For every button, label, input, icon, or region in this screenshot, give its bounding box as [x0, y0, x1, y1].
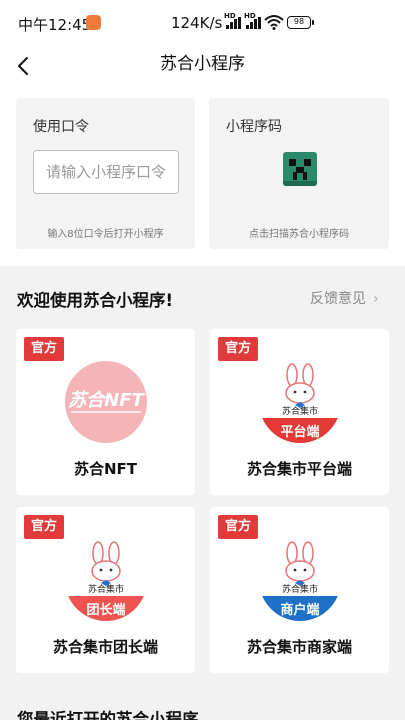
qrcode-hint: 点击扫描苏合小程序码 [249, 229, 349, 240]
signal-icon [226, 17, 241, 29]
battery-icon: 98 [287, 16, 314, 29]
rabbit-logo: 苏合集市 团长端 [65, 539, 147, 621]
official-badge: 官方 [24, 337, 64, 361]
logo-band-text: 团长端 [86, 603, 126, 618]
passcode-card: 使用口令 请输入小程序口令 输入8位口令后打开小程序 [16, 98, 195, 249]
status-bar: 中午12:45 124K/s HD HD 98 [0, 0, 405, 46]
rabbit-logo: 苏合集市 商户端 [259, 539, 341, 621]
rabbit-logo: 苏合集市 平台端 [259, 361, 341, 443]
logo-caption: 苏合集市 [87, 585, 124, 595]
official-badge: 官方 [218, 337, 258, 361]
logo-band-text: 平台端 [280, 425, 320, 440]
nft-logo-text: 苏合NFT [68, 390, 144, 411]
nft-logo: 苏合NFT [65, 361, 147, 443]
qrcode-label: 小程序码 [226, 119, 282, 135]
wifi-icon [264, 15, 284, 30]
page-title: 苏合小程序 [160, 54, 245, 74]
miniapp-card-leader[interactable]: 苏合集市 团长端 官方 苏合集市团长端 [16, 507, 195, 673]
card-name: 苏合集市团长端 [52, 638, 158, 656]
official-badge: 官方 [218, 515, 258, 539]
qrcode-card[interactable]: 小程序码 点击扫描苏合小程序码 [209, 98, 389, 249]
logo-caption: 苏合集市 [281, 407, 318, 417]
card-name: 苏合集市平台端 [246, 460, 352, 478]
clock: 中午12:45 [18, 16, 92, 34]
network-speed: 124K/s [171, 14, 223, 32]
logo-divider [71, 411, 141, 413]
chevron-right-icon: › [373, 291, 379, 307]
section-title: 欢迎使用苏合小程序! [17, 291, 174, 310]
logo-caption: 苏合集市 [281, 585, 318, 595]
card-name: 苏合集市商家端 [246, 638, 352, 656]
scan-qrcode-icon[interactable] [283, 152, 317, 186]
card-name: 苏合NFT [73, 460, 138, 478]
feedback-label: 反馈意见 [310, 291, 366, 307]
recent-section-title: 您最近打开的苏合小程序 [17, 710, 199, 720]
entry-section: 使用口令 请输入小程序口令 输入8位口令后打开小程序 小程序码 点击扫描苏合小程… [0, 84, 405, 266]
passcode-label: 使用口令 [33, 119, 89, 135]
passcode-hint: 输入8位口令后打开小程序 [47, 229, 164, 240]
feedback-link[interactable]: 反馈意见 › [310, 288, 379, 308]
logo-band: 团长端 [65, 596, 147, 621]
passcode-input[interactable]: 请输入小程序口令 [33, 150, 179, 194]
official-badge: 官方 [24, 515, 64, 539]
logo-band-text: 商户端 [280, 603, 320, 618]
logo-band: 商户端 [259, 596, 341, 621]
signal-icon-2 [246, 17, 261, 29]
logo-band: 平台端 [259, 418, 341, 443]
app-notification-icon [86, 15, 101, 30]
miniapp-card-nft[interactable]: 苏合NFT 官方 苏合NFT [16, 329, 195, 495]
miniapp-card-merchant[interactable]: 苏合集市 商户端 官方 苏合集市商家端 [210, 507, 389, 673]
miniapp-card-platform[interactable]: 苏合集市 平台端 官方 苏合集市平台端 [210, 329, 389, 495]
